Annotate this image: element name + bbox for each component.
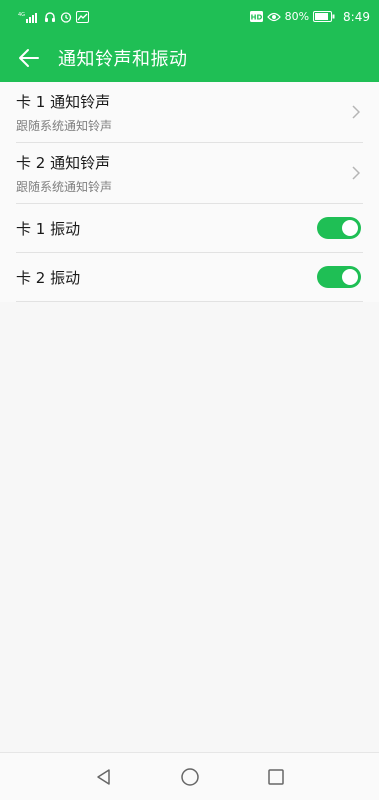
row-title: 卡 1 振动 (16, 219, 81, 238)
battery-icon (313, 10, 335, 24)
arrow-left-icon (19, 48, 39, 67)
row-subtitle: 跟随系统通知铃声 (16, 118, 113, 133)
chevron-right-icon (349, 164, 363, 182)
hd-icon: HD (249, 10, 263, 24)
sim1-notification-ringtone-row[interactable]: 卡 1 通知铃声 跟随系统通知铃声 (16, 82, 363, 143)
svg-text:HD: HD (250, 13, 262, 21)
sim2-vibration-row: 卡 2 振动 (16, 253, 363, 302)
navigation-bar (0, 752, 379, 800)
toggle-knob (342, 220, 358, 236)
svg-text:4G: 4G (18, 12, 25, 18)
sim2-vibration-toggle[interactable] (317, 266, 361, 288)
nav-home-button[interactable] (176, 763, 204, 791)
triangle-back-icon (96, 768, 110, 785)
sim2-notification-ringtone-row[interactable]: 卡 2 通知铃声 跟随系统通知铃声 (16, 143, 363, 204)
headset-icon (44, 10, 56, 24)
row-title: 卡 2 振动 (16, 268, 81, 287)
back-button[interactable] (0, 33, 58, 82)
chevron-right-icon (349, 103, 363, 121)
toggle-knob (342, 269, 358, 285)
signal-icon: 4G (18, 10, 40, 24)
row-title: 卡 2 通知铃声 (16, 153, 111, 172)
app-bar: 通知铃声和振动 (0, 33, 379, 82)
activity-icon (76, 10, 89, 24)
nav-back-button[interactable] (90, 763, 118, 791)
sim1-vibration-toggle[interactable] (317, 217, 361, 239)
status-left: 4G (18, 10, 89, 24)
alarm-icon (60, 10, 72, 24)
row-subtitle: 跟随系统通知铃声 (16, 179, 113, 194)
circle-home-icon (180, 767, 199, 786)
battery-percent: 80% (284, 10, 310, 23)
eye-comfort-icon (266, 10, 281, 24)
nav-recent-button[interactable] (262, 763, 290, 791)
row-text: 卡 2 通知铃声 跟随系统通知铃声 (16, 152, 112, 195)
row-text: 卡 1 通知铃声 跟随系统通知铃声 (16, 91, 112, 134)
status-bar: 4G HD 80% 8:49 (0, 0, 379, 33)
settings-list: 卡 1 通知铃声 跟随系统通知铃声 卡 2 通知铃声 跟随系统通知铃声 卡 1 … (0, 82, 379, 302)
page-title: 通知铃声和振动 (58, 48, 188, 70)
clock: 8:49 (343, 9, 370, 24)
sim1-vibration-row: 卡 1 振动 (16, 204, 363, 253)
square-recent-icon (267, 768, 284, 785)
status-right: HD 80% 8:49 (249, 9, 370, 24)
row-title: 卡 1 通知铃声 (16, 92, 111, 111)
